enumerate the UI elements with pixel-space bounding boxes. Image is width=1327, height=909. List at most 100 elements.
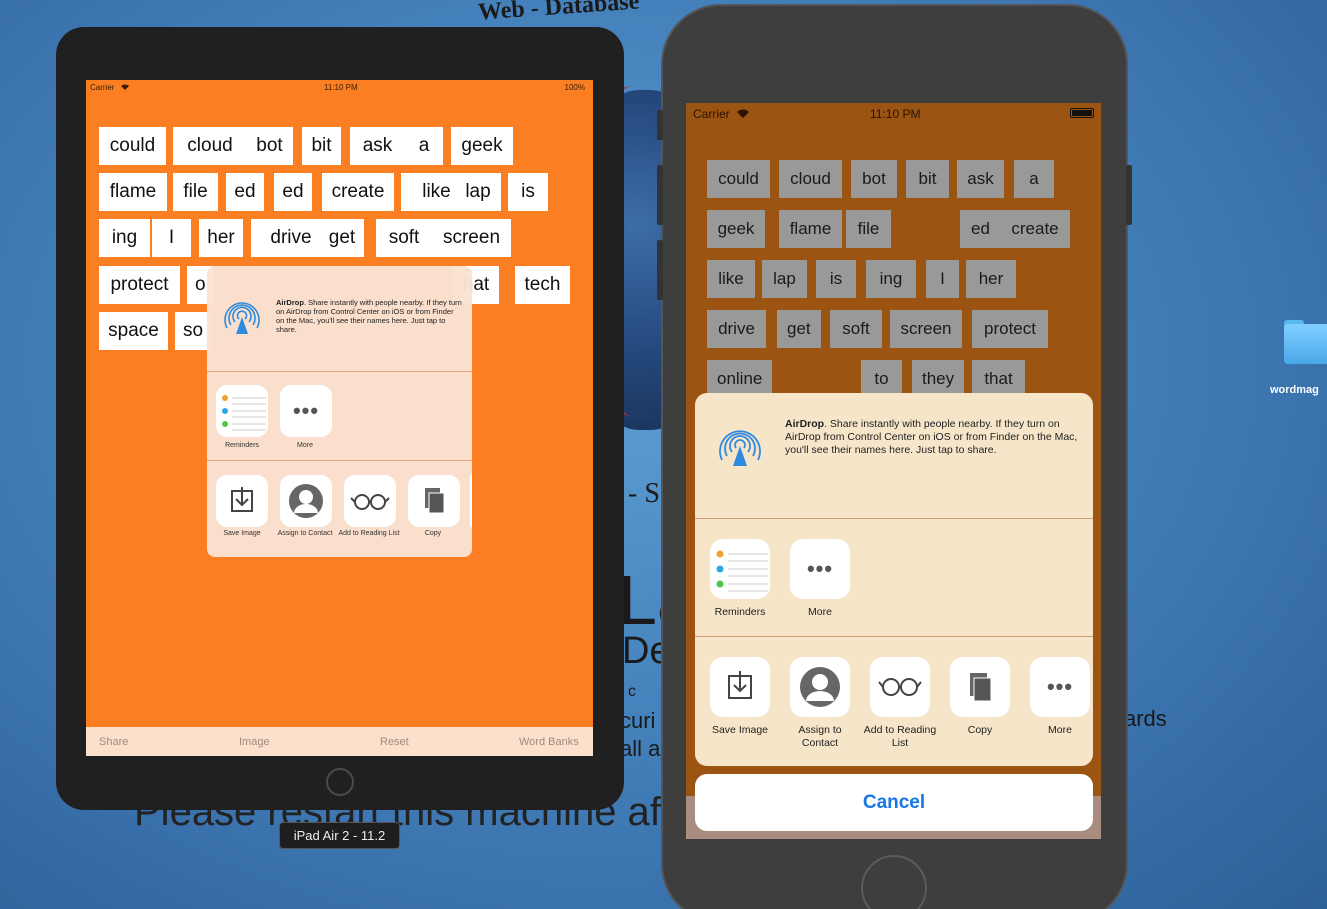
ipad-word-tile[interactable]: so — [175, 312, 212, 350]
airdrop-icon — [719, 430, 761, 466]
save-image-label: Save Image — [711, 724, 769, 736]
ipad-word-tile[interactable]: create — [322, 173, 394, 211]
ipad-word-tile[interactable]: tech — [515, 266, 570, 304]
ipad-word-tile[interactable]: geek — [451, 127, 513, 165]
more-label: More — [297, 442, 313, 449]
iphone-word-tile[interactable]: drive — [707, 310, 766, 348]
ipad-word-tile[interactable]: flame — [99, 173, 167, 211]
more-icon[interactable] — [470, 475, 472, 527]
contact-icon[interactable] — [790, 657, 850, 717]
iphone-word-tile[interactable]: flame — [779, 210, 842, 248]
ipad-status-bar: Carrier 11:10 PM 100% — [86, 80, 593, 94]
contact-icon[interactable] — [280, 475, 332, 527]
iphone-status-bar: Carrier 11:10 PM — [686, 103, 1101, 125]
airdrop-icon — [224, 302, 260, 334]
volume-down-button — [657, 240, 663, 300]
volume-up-button — [657, 165, 663, 225]
share-button[interactable]: Share — [99, 736, 128, 748]
iphone-share-row-apps: Reminders ••• More — [695, 519, 1093, 637]
iphone-word-tile[interactable]: is — [816, 260, 856, 298]
iphone-word-tile[interactable]: geek — [707, 210, 765, 248]
bg-ards-text: ards — [1124, 706, 1167, 731]
iphone-word-tile[interactable]: bot — [851, 160, 897, 198]
iphone-word-tile[interactable]: get — [777, 310, 821, 348]
cancel-button[interactable]: Cancel — [695, 774, 1093, 831]
ipad-word-tile[interactable]: bot — [246, 127, 293, 165]
ipad-home-button[interactable] — [326, 768, 354, 796]
battery-icon — [1070, 108, 1094, 118]
ipad-airdrop-section[interactable]: AirDrop. Share instantly with people nea… — [207, 266, 472, 372]
ipad-word-tile[interactable]: a — [405, 127, 443, 165]
ipad-word-tile[interactable]: ing — [99, 219, 150, 257]
ipad-toolbar: Share Image Reset Word Banks — [86, 727, 593, 756]
ipad-word-tile[interactable]: ask — [350, 127, 405, 165]
more-label: More — [808, 606, 832, 618]
iphone-word-tile[interactable]: create — [1000, 210, 1070, 248]
desktop-folder[interactable]: wordmag — [1270, 318, 1327, 396]
ipad-word-tile[interactable]: soft — [376, 219, 432, 257]
power-button — [1126, 165, 1132, 225]
ipad-word-tile[interactable]: I — [152, 219, 191, 257]
iphone-airdrop-section[interactable]: AirDrop. Share instantly with people nea… — [695, 393, 1093, 519]
bg-s-text: - S — [628, 478, 660, 509]
iphone-word-tile[interactable]: protect — [972, 310, 1048, 348]
reading-list-label: Add to Reading List — [338, 530, 400, 537]
more-icon[interactable]: ••• — [280, 385, 332, 437]
bg-alla-text: all a — [620, 736, 661, 761]
copy-label: Copy — [967, 724, 993, 736]
ipad-word-tile[interactable]: her — [199, 219, 243, 257]
ipad-word-tile[interactable]: file — [173, 173, 218, 211]
iphone-word-tile[interactable]: her — [966, 260, 1016, 298]
iphone-word-tile[interactable]: like — [707, 260, 755, 298]
copy-icon[interactable] — [950, 657, 1010, 717]
iphone-word-tile[interactable]: a — [1014, 160, 1054, 198]
iphone-word-tile[interactable]: ask — [957, 160, 1004, 198]
ipad-word-tile[interactable]: space — [99, 312, 168, 350]
mute-switch — [657, 110, 663, 140]
glasses-icon[interactable] — [870, 657, 930, 717]
bg-arc-text: Web - Database — [477, 0, 641, 26]
ipad-word-tile[interactable]: ed — [226, 173, 264, 211]
iphone-word-tile[interactable]: ing — [866, 260, 916, 298]
word-banks-button[interactable]: Word Banks — [519, 736, 579, 748]
ipad-word-tile[interactable]: could — [99, 127, 166, 165]
more-label: More — [1048, 724, 1072, 736]
iphone-time: 11:10 PM — [870, 107, 921, 121]
more-icon[interactable]: ••• — [1030, 657, 1090, 717]
reset-button[interactable]: Reset — [380, 736, 409, 748]
more-icon[interactable]: ••• — [790, 539, 850, 599]
iphone-word-tile[interactable]: screen — [890, 310, 962, 348]
ipad-word-tile[interactable]: cloud — [173, 127, 247, 165]
glasses-icon[interactable] — [344, 475, 396, 527]
ipad-battery: 100% — [564, 83, 585, 92]
iphone-word-tile[interactable]: soft — [830, 310, 882, 348]
image-button[interactable]: Image — [239, 736, 270, 748]
ipad-word-tile[interactable]: bit — [302, 127, 341, 165]
iphone-word-tile[interactable]: bit — [906, 160, 949, 198]
ipad-word-tile[interactable]: screen — [432, 219, 511, 257]
iphone-word-tile[interactable]: ed — [960, 210, 1001, 248]
copy-icon[interactable] — [408, 475, 460, 527]
iphone-word-tile[interactable]: file — [846, 210, 891, 248]
iphone-word-tile[interactable]: I — [926, 260, 959, 298]
iphone-word-tile[interactable]: cloud — [779, 160, 842, 198]
ipad-word-tile[interactable]: protect — [99, 266, 180, 304]
iphone-airdrop-text: AirDrop. Share instantly with people nea… — [785, 418, 1078, 456]
iphone-word-tile[interactable]: could — [707, 160, 770, 198]
ipad-time: 11:10 PM — [324, 83, 358, 92]
ipad-word-tile[interactable]: is — [508, 173, 548, 211]
bg-curi-text: curi — [620, 708, 656, 733]
save-image-icon[interactable] — [710, 657, 770, 717]
reminders-label: Reminders — [714, 606, 766, 618]
ipad-share-row-apps: Reminders ••• More — [207, 373, 472, 461]
reminders-icon[interactable] — [216, 385, 268, 437]
ipad-airdrop-text: AirDrop. Share instantly with people nea… — [276, 298, 462, 334]
iphone-word-tile[interactable]: lap — [762, 260, 807, 298]
reminders-icon[interactable] — [710, 539, 770, 599]
ipad-word-tile[interactable]: lap — [455, 173, 501, 211]
save-image-icon[interactable] — [216, 475, 268, 527]
ipad-word-tile[interactable]: get — [320, 219, 364, 257]
ipad-word-tile[interactable]: drive — [251, 219, 331, 257]
folder-label: wordmag — [1270, 384, 1319, 396]
ipad-word-tile[interactable]: ed — [274, 173, 312, 211]
